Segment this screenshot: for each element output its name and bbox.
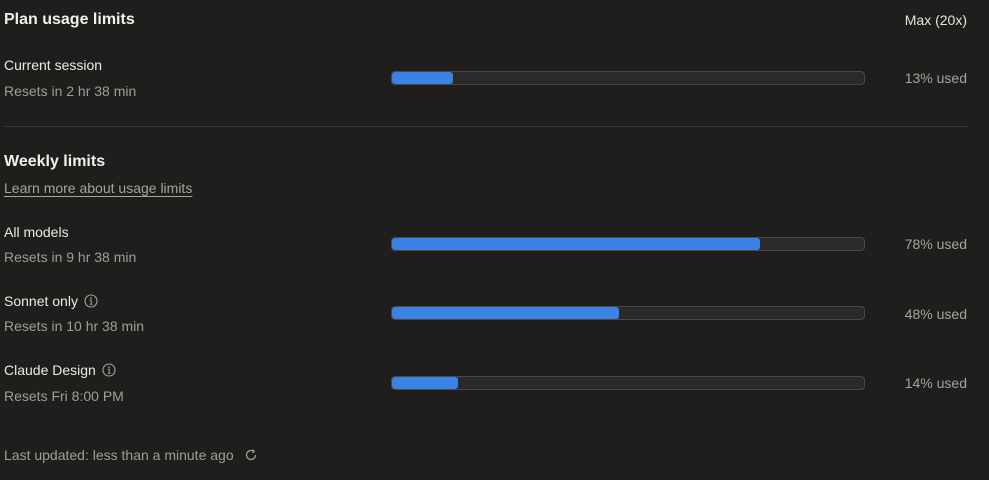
session-resets: Resets in 2 hr 38 min: [4, 83, 137, 99]
sonnet-only-progress-fill: [392, 307, 619, 319]
sonnet-only-label: Sonnet only: [4, 293, 98, 309]
session-label: Current session: [4, 57, 102, 73]
claude-design-progress-fill: [392, 377, 459, 389]
claude-design-label: Claude Design: [4, 362, 116, 378]
claude-design-resets: Resets Fri 8:00 PM: [4, 388, 124, 404]
sonnet-only-progress-bar: [391, 306, 865, 320]
section-divider: [4, 126, 967, 127]
all-models-progress-bar: [391, 237, 865, 251]
info-icon[interactable]: [84, 294, 98, 308]
learn-more-link[interactable]: Learn more about usage limits: [4, 180, 192, 196]
usage-limits-panel: Plan usage limits Max (20x) Current sess…: [0, 0, 989, 480]
session-label-text: Current session: [4, 57, 103, 73]
session-used-percent: 13% used: [904, 70, 967, 86]
all-models-used-percent: 78% used: [904, 236, 967, 252]
last-updated-text: Last updated: less than a minute ago: [4, 447, 234, 463]
refresh-icon[interactable]: [244, 448, 258, 462]
plan-badge: Max (20x): [904, 12, 967, 28]
all-models-progress-fill: [392, 238, 761, 250]
last-updated: Last updated: less than a minute ago: [4, 447, 258, 463]
claude-design-progress-bar: [391, 376, 865, 390]
sonnet-only-resets: Resets in 10 hr 38 min: [4, 318, 145, 334]
session-progress-fill: [392, 72, 454, 84]
sonnet-only-used-percent: 48% used: [904, 306, 967, 322]
all-models-resets: Resets in 9 hr 38 min: [4, 249, 137, 265]
session-progress-bar: [391, 71, 865, 85]
info-icon[interactable]: [102, 363, 116, 377]
all-models-label-text: All models: [4, 224, 69, 240]
claude-design-used-percent: 14% used: [904, 375, 967, 391]
claude-design-label-text: Claude Design: [4, 362, 96, 378]
weekly-limits-title: Weekly limits: [4, 153, 106, 170]
all-models-label: All models: [4, 224, 69, 240]
sonnet-only-label-text: Sonnet only: [4, 293, 78, 309]
plan-usage-title: Plan usage limits: [4, 11, 135, 28]
